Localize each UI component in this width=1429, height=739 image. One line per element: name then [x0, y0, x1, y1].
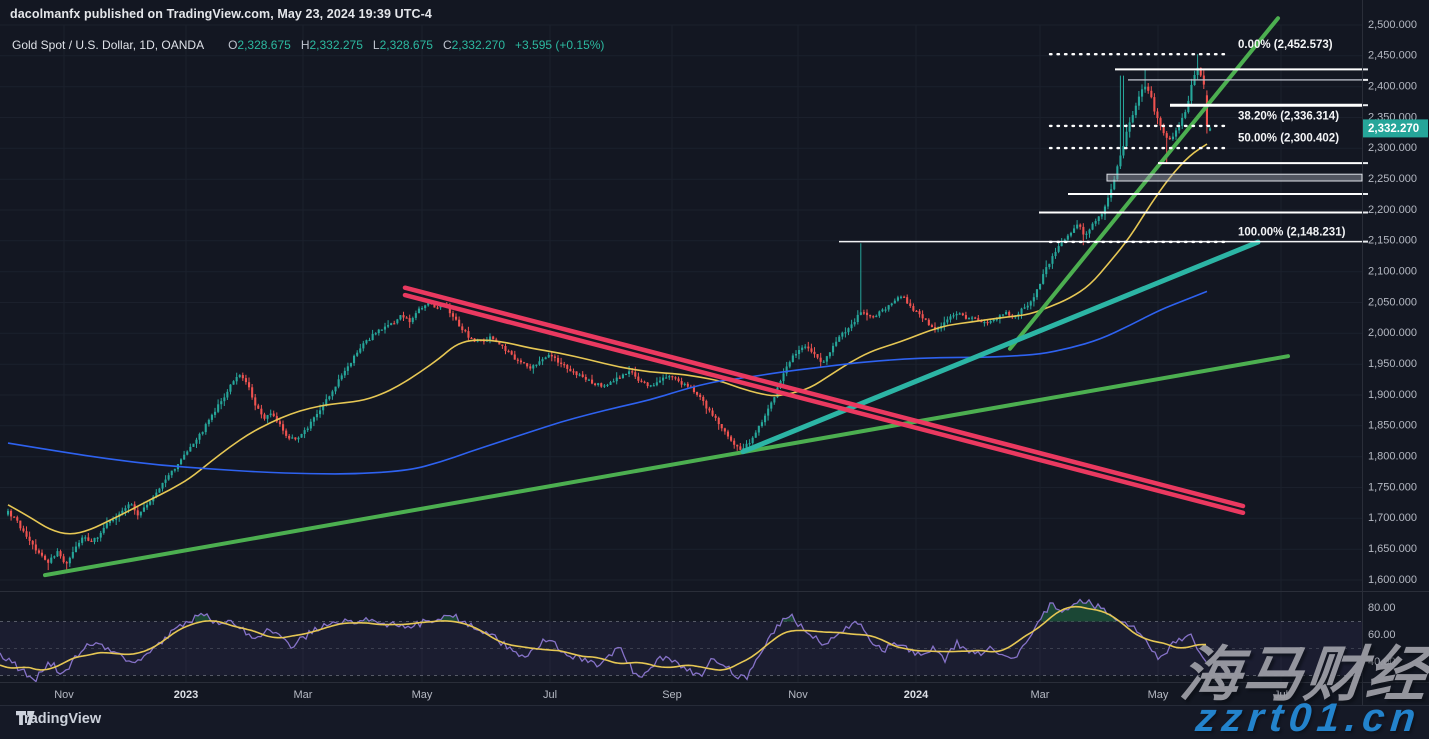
rsi-tick-label: 60.00	[1368, 629, 1396, 641]
time-tick-label: Jul	[1274, 689, 1288, 701]
symbol-title[interactable]: Gold Spot / U.S. Dollar, 1D, OANDA	[12, 38, 204, 52]
price-tick-label: 2,400.000	[1368, 81, 1417, 93]
attribution-text: dacolmanfx published on TradingView.com,…	[10, 7, 432, 21]
symbol-legend[interactable]: Gold Spot / U.S. Dollar, 1D, OANDAO2,328…	[12, 38, 604, 52]
price-tick-label: 1,650.000	[1368, 543, 1417, 555]
rsi-tick-label: 80.00	[1368, 602, 1396, 614]
change-value: +3.595 (+0.15%)	[515, 38, 604, 52]
low-value: 2,328.675	[380, 38, 433, 52]
price-tick-label: 2,050.000	[1368, 296, 1417, 308]
time-tick-label: Jul	[543, 689, 557, 701]
price-tick-label: 1,600.000	[1368, 574, 1417, 586]
price-tick-label: 1,750.000	[1368, 481, 1417, 493]
time-tick-label: May	[1148, 689, 1169, 701]
price-axis[interactable]	[1362, 0, 1429, 705]
price-tick-label: 2,150.000	[1368, 235, 1417, 247]
price-tick-label: 2,500.000	[1368, 19, 1417, 31]
time-tick-label: Mar	[294, 689, 313, 701]
price-tick-label: 1,900.000	[1368, 389, 1417, 401]
price-tick-label: 2,450.000	[1368, 50, 1417, 62]
price-tick-label: 2,250.000	[1368, 173, 1417, 185]
close-value: 2,332.270	[452, 38, 505, 52]
price-tick-label: 2,200.000	[1368, 204, 1417, 216]
tradingview-footer[interactable]: TradingView	[16, 711, 101, 727]
time-tick-label: Mar	[1031, 689, 1050, 701]
price-tick-label: 1,700.000	[1368, 512, 1417, 524]
footer-bar	[0, 706, 1429, 739]
open-value: 2,328.675	[237, 38, 290, 52]
rsi-tick-label: 40.00	[1368, 656, 1396, 668]
price-tick-label: 2,000.000	[1368, 327, 1417, 339]
price-tick-label: 1,800.000	[1368, 451, 1417, 463]
time-tick-label: Nov	[788, 689, 808, 701]
tradingview-logo-icon[interactable]	[16, 711, 35, 726]
price-tick-label: 2,100.000	[1368, 266, 1417, 278]
main-chart-pane[interactable]	[0, 25, 1362, 592]
rsi-pane[interactable]	[0, 592, 1362, 682]
high-value: 2,332.275	[309, 38, 362, 52]
close-label: C	[443, 38, 452, 52]
time-tick-label: 2024	[904, 689, 929, 701]
price-tick-label: 1,850.000	[1368, 420, 1417, 432]
time-tick-label: 2023	[174, 689, 198, 701]
price-tick-label: 1,950.000	[1368, 358, 1417, 370]
time-tick-label: Sep	[662, 689, 682, 701]
time-tick-label: May	[412, 689, 433, 701]
chart-background-layer: 2,500.000 2,450.000 2,400.000 2,350.000 2,30…	[0, 0, 1429, 739]
low-label: L	[373, 38, 380, 52]
price-tick-label: 2,350.000	[1368, 111, 1417, 123]
price-tick-label: 2,300.000	[1368, 142, 1417, 154]
time-tick-label: Nov	[54, 689, 74, 701]
tradingview-chart-window: 2,500.000 2,450.000 2,400.000 2,350.000 2,30…	[0, 0, 1429, 739]
